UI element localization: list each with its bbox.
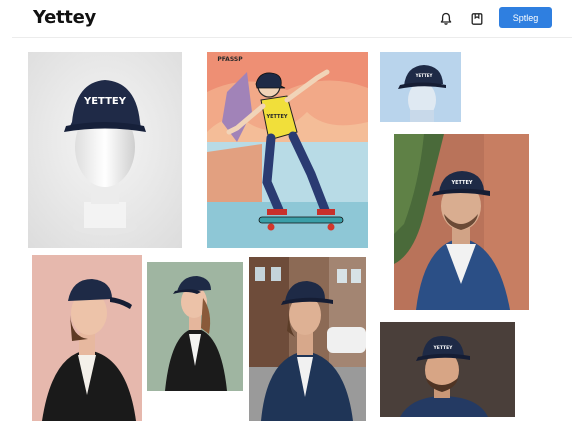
photo-man-brick-wall[interactable]: YETTEY <box>394 134 529 310</box>
photo-man-dark-backdrop[interactable]: YETTEY <box>380 322 515 417</box>
cap-logo-text: YETTEY <box>415 73 433 78</box>
top-bar: Yettey Sptleg <box>0 0 580 38</box>
cap-logo-text: YETTEY <box>433 345 454 351</box>
photo-woman-green-backdrop[interactable] <box>147 262 243 391</box>
photo-woman-pink-backdrop[interactable] <box>32 255 142 421</box>
header-divider <box>12 37 572 38</box>
cap-logo-text: YETTEY <box>450 180 472 186</box>
bookmark-icon[interactable] <box>467 9 487 29</box>
photo-man-city-street[interactable] <box>249 257 366 421</box>
photo-cap-blue-backdrop[interactable]: YETTEY <box>380 52 461 122</box>
cap-logo-text: YETTEY <box>83 96 127 107</box>
photo-comic-skateboarder[interactable]: PFASSP YETTEY <box>207 52 368 248</box>
photo-cap-on-mannequin[interactable]: YETTEY <box>28 52 182 248</box>
comic-shirt-text: YETTEY <box>265 114 287 120</box>
brand-logo[interactable]: Yettey <box>33 7 96 28</box>
primary-cta-button[interactable]: Sptleg <box>499 7 552 28</box>
comic-sign-text: PFASSP <box>217 56 243 63</box>
bell-icon[interactable] <box>436 9 456 29</box>
